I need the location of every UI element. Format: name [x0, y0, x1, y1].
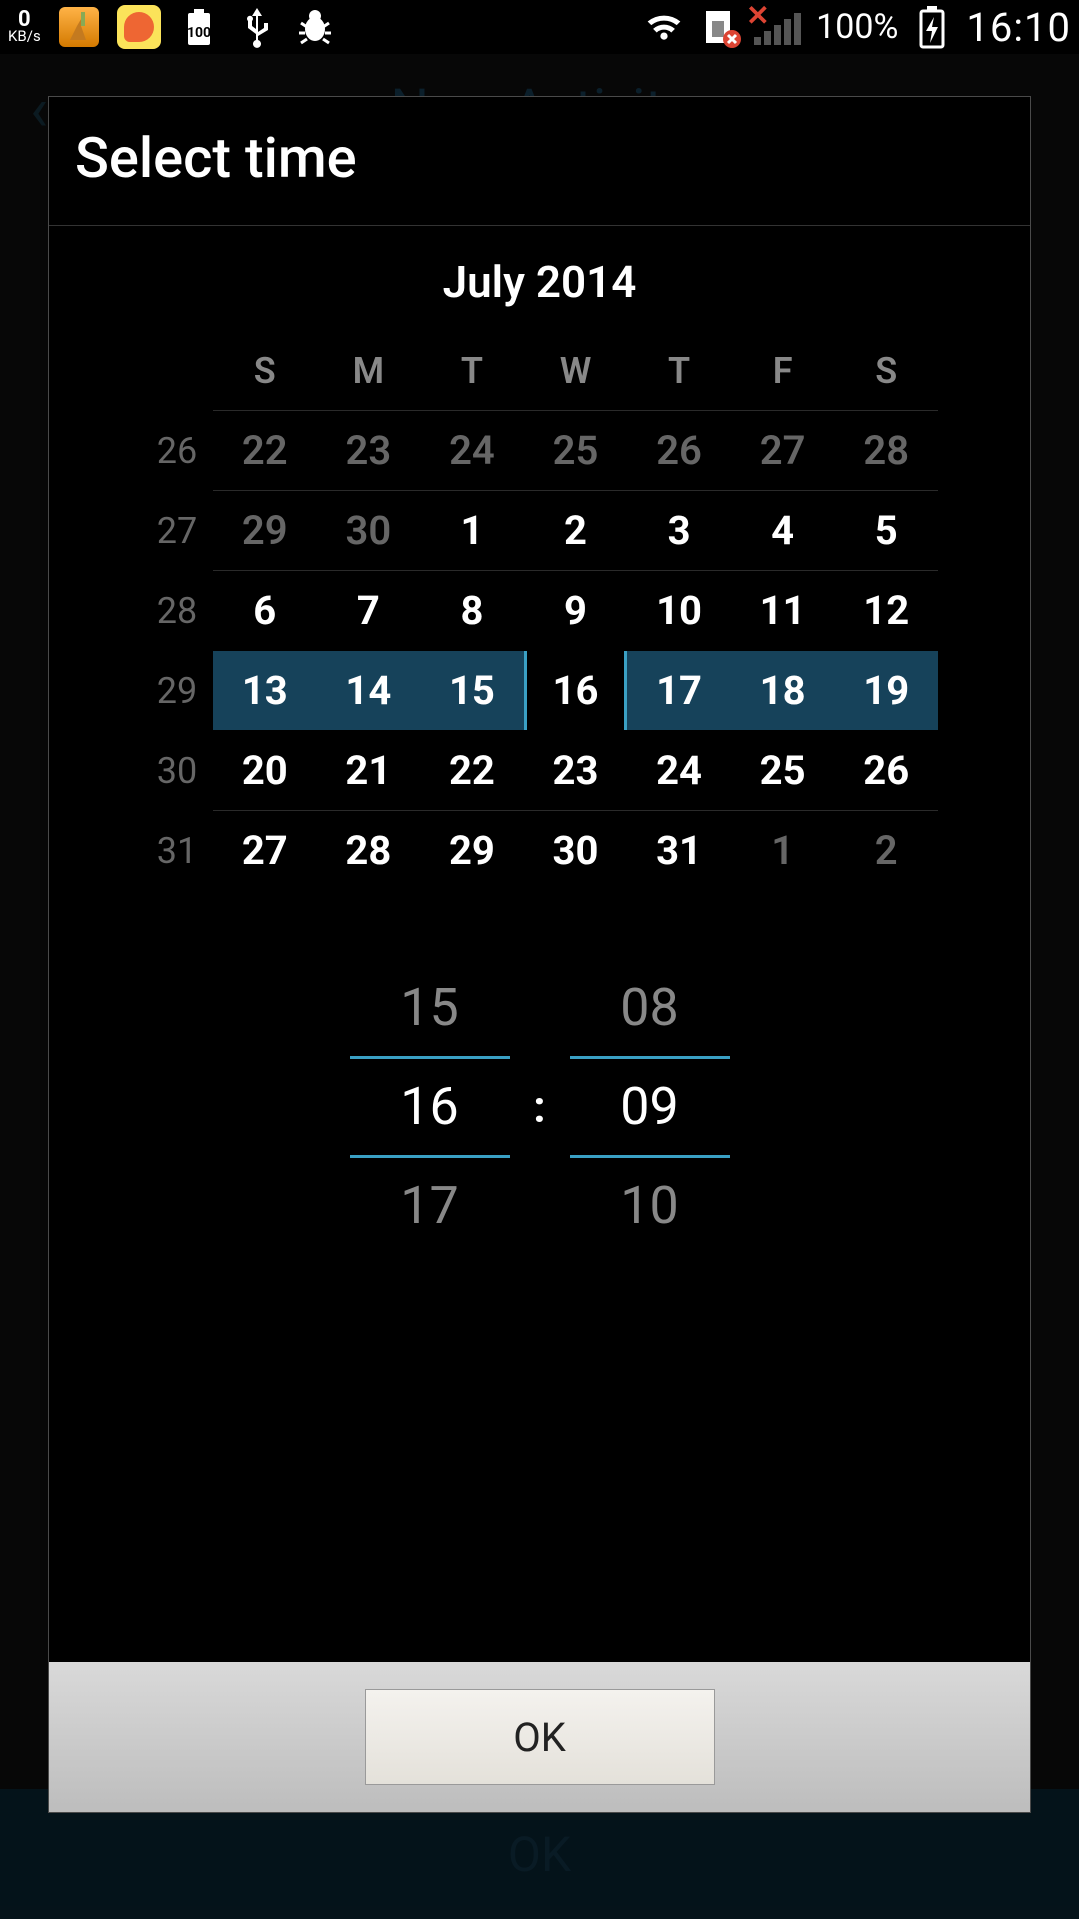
dow-header: M: [317, 350, 421, 410]
calendar-day[interactable]: 11: [731, 571, 835, 650]
calendar-day[interactable]: 14: [317, 651, 421, 730]
month-year-label: July 2014: [49, 256, 1030, 308]
calendar-day[interactable]: 29: [213, 491, 317, 570]
week-number: 28: [141, 590, 213, 632]
ok-button[interactable]: OK: [365, 1689, 715, 1785]
calendar-day[interactable]: 27: [731, 411, 835, 490]
network-speed-indicator: 0 KB/s: [8, 10, 41, 43]
calendar-day[interactable]: 1: [731, 811, 835, 890]
bug-debug-icon: [295, 7, 335, 47]
calendar-day[interactable]: 4: [731, 491, 835, 570]
usb-icon: [237, 7, 277, 47]
calendar-day[interactable]: 25: [731, 731, 835, 810]
calendar-day[interactable]: 7: [317, 571, 421, 650]
status-clock: 16:10: [966, 4, 1071, 51]
calendar-day[interactable]: 26: [627, 411, 731, 490]
dialog-footer: OK: [49, 1662, 1030, 1812]
kbps-unit: KB/s: [8, 30, 41, 44]
battery-charging-icon: [912, 7, 952, 47]
minute-spinner[interactable]: 08 09 10: [560, 960, 740, 1254]
sim-error-icon: [698, 7, 738, 47]
calendar-day[interactable]: 27: [213, 811, 317, 890]
calendar-day[interactable]: 6: [213, 571, 317, 650]
calendar-day[interactable]: 22: [420, 731, 524, 810]
week-number: 31: [141, 830, 213, 872]
week-number: 30: [141, 750, 213, 792]
dow-header: W: [524, 350, 628, 410]
select-time-dialog: Select time July 2014 SMTWTFS26222324252…: [48, 96, 1031, 1813]
calendar-day[interactable]: 1: [420, 491, 524, 570]
calendar-day[interactable]: 24: [420, 411, 524, 490]
calendar-day[interactable]: 24: [627, 731, 731, 810]
week-number: 29: [141, 670, 213, 712]
calendar-day[interactable]: 25: [524, 411, 628, 490]
calendar-day[interactable]: 12: [834, 571, 938, 650]
calendar-day[interactable]: 10: [627, 571, 731, 650]
battery-percent: 100%: [816, 7, 898, 47]
dow-header: F: [731, 350, 835, 410]
calendar-day[interactable]: 22: [213, 411, 317, 490]
dialog-divider: [49, 225, 1030, 226]
calendar-day[interactable]: 23: [524, 731, 628, 810]
dow-header: S: [834, 350, 938, 410]
calendar-day[interactable]: 2: [524, 491, 628, 570]
calendar-day[interactable]: 15: [420, 651, 524, 730]
hour-next[interactable]: 17: [350, 1158, 510, 1254]
calendar-day[interactable]: 17: [627, 651, 731, 730]
dialog-title: Select time: [49, 97, 1030, 225]
calendar-day[interactable]: 28: [834, 411, 938, 490]
dow-header: S: [213, 350, 317, 410]
week-number: 26: [141, 430, 213, 472]
calendar-grid[interactable]: SMTWTFS262223242526272827293012345286789…: [141, 350, 938, 890]
calendar-day[interactable]: 26: [834, 731, 938, 810]
battery-small-icon: 100: [179, 7, 219, 47]
cleaner-app-icon: [59, 7, 99, 47]
dow-header: T: [627, 350, 731, 410]
minute-prev[interactable]: 08: [570, 960, 730, 1056]
calendar-day[interactable]: 31: [627, 811, 731, 890]
calendar-day[interactable]: 18: [731, 651, 835, 730]
hour-prev[interactable]: 15: [350, 960, 510, 1056]
calendar-day[interactable]: 9: [524, 571, 628, 650]
calendar-day[interactable]: 21: [317, 731, 421, 810]
calendar-day-selected[interactable]: 16: [524, 651, 628, 730]
calendar-day[interactable]: 28: [317, 811, 421, 890]
week-number: 27: [141, 510, 213, 552]
calendar-day[interactable]: 19: [834, 651, 938, 730]
calendar-day[interactable]: 2: [834, 811, 938, 890]
wifi-icon: [644, 7, 684, 47]
svg-text:100: 100: [187, 25, 211, 41]
minute-current[interactable]: 09: [570, 1059, 730, 1155]
dow-header: T: [420, 350, 524, 410]
time-picker: 15 16 17 : 08 09 10: [49, 960, 1030, 1254]
calendar-day[interactable]: 3: [627, 491, 731, 570]
no-signal-icon: ✕: [752, 7, 802, 47]
calendar-day[interactable]: 20: [213, 731, 317, 810]
hour-spinner[interactable]: 15 16 17: [340, 960, 520, 1254]
weibo-app-icon: [117, 5, 161, 49]
calendar-day[interactable]: 13: [213, 651, 317, 730]
minute-next[interactable]: 10: [570, 1158, 730, 1254]
calendar-day[interactable]: 30: [524, 811, 628, 890]
time-separator: :: [520, 1081, 560, 1133]
calendar-day[interactable]: 29: [420, 811, 524, 890]
calendar-day[interactable]: 8: [420, 571, 524, 650]
status-bar: 0 KB/s 100 ✕ 100% 16:1: [0, 0, 1079, 54]
calendar-day[interactable]: 5: [834, 491, 938, 570]
calendar-day[interactable]: 30: [317, 491, 421, 570]
calendar-day[interactable]: 23: [317, 411, 421, 490]
hour-current[interactable]: 16: [350, 1059, 510, 1155]
